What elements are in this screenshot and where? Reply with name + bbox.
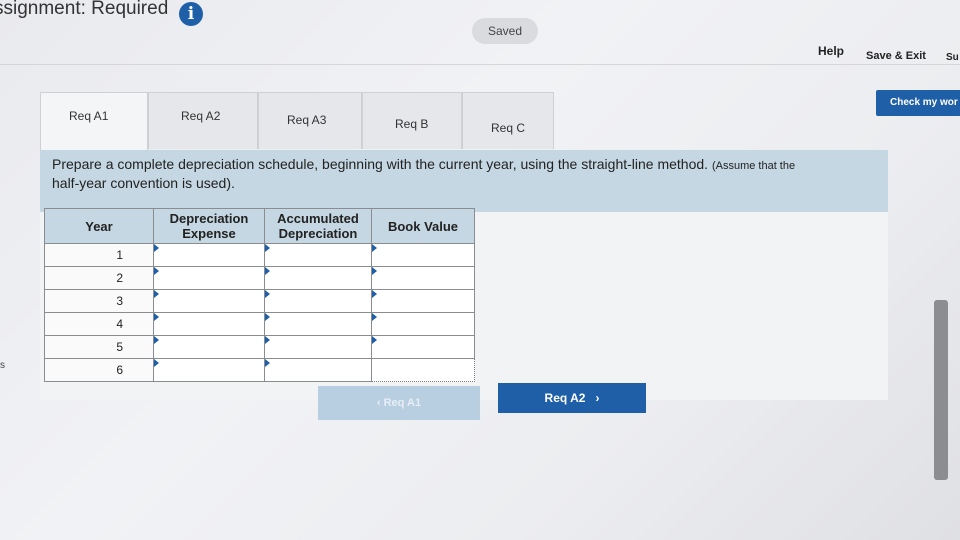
book-value-input[interactable] [371,289,475,313]
prompt-note: (Assume that the [711,160,796,172]
depreciation-expense-header: Depreciation Expense [153,208,265,244]
input-flag-icon [154,290,159,298]
help-button[interactable]: Help [818,44,844,58]
book-value-input[interactable] [371,243,475,267]
year-cell: 4 [44,312,154,336]
sidebar-fragment: s [0,360,5,371]
book-value-input[interactable] [371,266,475,290]
input-flag-icon [372,313,377,321]
save-exit-button[interactable]: Save & Exit [866,50,926,62]
next-req-button[interactable]: Req A2 › [498,383,646,413]
info-icon[interactable]: i [179,2,203,26]
check-my-work-button[interactable]: Check my wor [876,90,960,116]
accumulated-depreciation-input[interactable] [264,266,372,290]
depreciation-expense-input[interactable] [153,335,265,359]
tab-req-a2[interactable]: Req A2 [148,92,258,149]
input-flag-icon [265,313,270,321]
year-header: Year [44,208,154,244]
year-cell: 1 [44,243,154,267]
table-header-row: Year Depreciation Expense Accumulated Depr… [44,208,475,244]
table-row: 2 [44,266,475,290]
year-cell: 2 [44,266,154,290]
question-prompt: Prepare a complete depreciation schedule… [40,150,888,212]
depreciation-expense-input[interactable] [153,312,265,336]
input-flag-icon [265,336,270,344]
assignment-title: ssignment: Required [0,0,169,19]
input-flag-icon [372,244,377,252]
prev-req-label: Req A1 [383,397,422,409]
depreciation-schedule-table: Year Depreciation Expense Accumulated Depr… [44,208,475,382]
tab-label: Req A1 [69,109,109,123]
input-flag-icon [265,290,270,298]
header-line: Depreciation [169,211,249,226]
book-value-header: Book Value [371,208,475,244]
saved-status-badge: Saved [472,18,538,44]
table-row: 6 [44,358,475,382]
chevron-right-icon: › [588,391,600,405]
accumulated-depreciation-input[interactable] [264,312,372,336]
header-line: Accumulated [277,211,359,226]
table-row: 1 [44,243,475,267]
prompt-line2: half-year convention is used). [52,175,235,191]
next-req-label: Req A2 [544,391,586,405]
accumulated-depreciation-input[interactable] [264,335,372,359]
scrollbar[interactable] [934,300,948,480]
prompt-main: Prepare a complete depreciation schedule… [52,156,709,172]
tab-label: Req B [395,117,429,131]
depreciation-expense-input[interactable] [153,358,265,382]
header-line: Depreciation [278,226,358,241]
accumulated-depreciation-input[interactable] [264,289,372,313]
input-flag-icon [265,244,270,252]
input-flag-icon [265,267,270,275]
tab-req-b[interactable]: Req B [362,92,462,149]
table-row: 5 [44,335,475,359]
tab-req-c[interactable]: Req C [462,92,554,149]
input-flag-icon [154,336,159,344]
input-flag-icon [372,290,377,298]
input-flag-icon [154,244,159,252]
table-row: 3 [44,289,475,313]
tab-req-a3[interactable]: Req A3 [258,92,362,149]
input-flag-icon [372,336,377,344]
input-flag-icon [372,267,377,275]
input-flag-icon [154,313,159,321]
input-flag-icon [154,267,159,275]
tab-label: Req A3 [287,113,327,127]
book-value-input[interactable] [371,312,475,336]
book-value-input[interactable] [371,358,475,382]
year-cell: 6 [44,358,154,382]
chevron-left-icon: ‹ [376,397,381,409]
accumulated-depreciation-header: Accumulated Depreciation [264,208,372,244]
depreciation-expense-input[interactable] [153,243,265,267]
submit-button[interactable]: Su [946,52,959,63]
year-cell: 3 [44,289,154,313]
accumulated-depreciation-input[interactable] [264,358,372,382]
input-flag-icon [265,359,270,367]
tab-label: Req A2 [181,109,221,123]
input-flag-icon [154,359,159,367]
tab-req-a1[interactable]: Req A1 [40,92,148,153]
year-cell: 5 [44,335,154,359]
header-divider [0,64,960,65]
depreciation-expense-input[interactable] [153,289,265,313]
tab-label: Req C [491,121,526,135]
prev-req-button[interactable]: ‹ Req A1 [318,386,480,420]
depreciation-expense-input[interactable] [153,266,265,290]
header-line: Expense [182,226,236,241]
table-row: 4 [44,312,475,336]
book-value-input[interactable] [371,335,475,359]
accumulated-depreciation-input[interactable] [264,243,372,267]
